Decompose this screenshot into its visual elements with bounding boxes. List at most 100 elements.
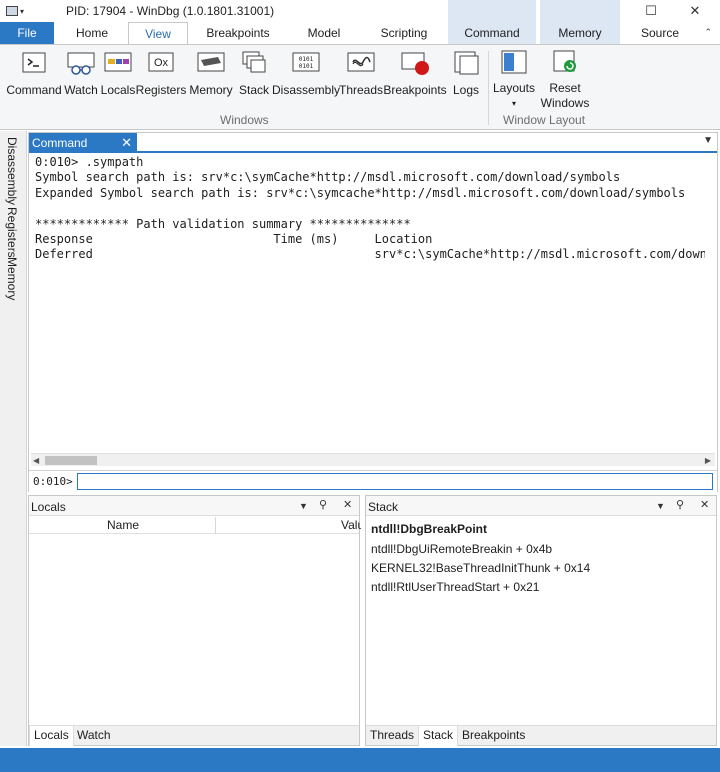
command-button[interactable]: Command [6,49,62,111]
locals-button-label: Locals [100,83,136,97]
stack-button[interactable]: Stack [236,49,272,111]
pane-menu-icon[interactable]: ▼ [703,135,713,146]
stack-bottom-tabs: Threads Stack Breakpoints [366,725,716,746]
layouts-icon [499,49,529,75]
side-tab-registers[interactable]: Registers [5,207,19,258]
threads-button[interactable]: Threads [338,49,384,111]
ribbon-collapse-icon[interactable]: ⌃ [704,27,712,38]
group-separator [488,51,489,125]
pane-menu-icon[interactable]: ▼ [656,501,665,511]
chevron-down-icon: ▾ [19,6,24,16]
memory-chip-icon [196,49,226,77]
registers-button-label: Registers [135,83,187,97]
locals-pane-title: Locals [31,500,66,514]
column-separator[interactable] [215,517,216,534]
tab-memory[interactable]: Memory [540,0,620,44]
reset-windows-label: Reset Windows [541,81,590,111]
tab-source[interactable]: Source [630,22,690,44]
stack-pane-title: Stack [368,500,399,514]
svg-text:0101: 0101 [299,56,314,63]
command-window-icon [19,49,49,77]
stack-button-label: Stack [238,83,269,97]
tab-watch[interactable]: Watch [73,726,115,746]
tab-command[interactable]: Command [448,0,536,44]
watch-button[interactable]: Watch [62,49,100,111]
tab-view[interactable]: View [128,22,188,45]
tab-breakpoints[interactable]: Breakpoints [198,22,278,44]
reset-windows-icon [550,49,580,75]
command-output: 0:010> .sympath Symbol search path is: s… [35,155,705,262]
locals-pane-header: Locals ▼ ⚲ ✕ [29,496,359,516]
command-prompt: 0:010> [33,475,73,488]
scroll-left-icon[interactable]: ◀ [33,454,39,467]
breakpoints-button[interactable]: Breakpoints [383,49,447,111]
reset-windows-button[interactable]: Reset Windows [538,49,592,111]
reset-label-line2: Windows [540,96,590,110]
disassembly-icon: 0101 0101 [291,49,321,77]
column-name[interactable]: Name [107,518,139,532]
tab-home[interactable]: Home [64,22,120,44]
close-icon[interactable]: ✕ [121,133,132,153]
ribbon-view: Command Watch Locals Ox Registers Memory… [0,44,720,130]
locals-icon [103,49,133,77]
command-tab[interactable]: Command ✕ [29,133,137,153]
tab-scripting[interactable]: Scripting [368,22,440,44]
locals-button[interactable]: Locals [100,49,136,111]
svg-text:Ox: Ox [154,57,169,69]
chevron-down-icon: ▾ [511,99,516,108]
close-button[interactable]: ✕ [672,0,718,22]
side-tab-memory[interactable]: Memory [5,257,19,300]
logs-button[interactable]: Logs [448,49,484,111]
stack-frame[interactable]: ntdll!RtlUserThreadStart + 0x21 [371,580,539,594]
windows-group-label: Windows [220,113,269,127]
horizontal-scrollbar[interactable]: ◀ ▶ [31,453,715,466]
registers-icon: Ox [146,49,176,77]
tab-file[interactable]: File [0,22,54,44]
layouts-button-label: Layouts [492,81,536,95]
side-tab-strip: Disassembly Registers Memory [0,131,27,746]
command-input-row: 0:010> [29,470,717,492]
side-tab-disassembly[interactable]: Disassembly [5,137,19,205]
locals-pane: Locals ▼ ⚲ ✕ Name Value Locals Watch [28,495,361,746]
maximize-button[interactable]: ☐ [628,0,674,22]
disassembly-button[interactable]: 0101 0101 Disassembly [272,49,341,111]
tab-model[interactable]: Model [294,22,354,44]
reset-label-line1: Reset [549,81,581,95]
stack-icon [239,49,269,77]
tab-threads[interactable]: Threads [366,726,418,746]
stack-frame[interactable]: ntdll!DbgUiRemoteBreakin + 0x4b [371,542,552,556]
command-tab-strip: Command ✕ ▼ [29,133,717,153]
layouts-button[interactable]: Layouts ▾ [492,49,536,111]
system-menu[interactable]: ▾ [0,0,30,22]
scroll-thumb[interactable] [45,456,97,465]
tab-locals[interactable]: Locals [29,726,74,746]
stack-pane: Stack ▼ ⚲ ✕ ntdll!DbgBreakPoint ntdll!Db… [365,495,717,746]
column-value[interactable]: Value [341,518,361,532]
breakpoints-button-label: Breakpoints [383,83,447,97]
disassembly-button-label: Disassembly [272,83,341,97]
stack-frame[interactable]: ntdll!DbgBreakPoint [371,522,487,536]
logs-icon [451,49,481,77]
svg-text:0101: 0101 [299,63,314,70]
window-title: PID: 17904 - WinDbg (1.0.1801.31001) [66,4,275,18]
tab-breakpoints-pane[interactable]: Breakpoints [458,726,529,746]
scroll-right-icon[interactable]: ▶ [705,454,711,467]
pane-menu-icon[interactable]: ▼ [299,501,308,511]
pin-icon[interactable]: ⚲ [319,498,327,511]
stack-pane-header: Stack ▼ ⚲ ✕ [366,496,716,516]
window-layout-group-label: Window Layout [503,113,586,127]
pin-icon[interactable]: ⚲ [676,498,684,511]
threads-button-label: Threads [338,83,384,97]
command-input[interactable] [77,473,713,490]
tab-stack[interactable]: Stack [418,726,459,746]
memory-button[interactable]: Memory [188,49,234,111]
memory-button-label: Memory [189,83,233,97]
breakpoint-dot-icon [400,49,430,77]
watch-glasses-icon [66,49,96,77]
close-icon[interactable]: ✕ [700,498,709,511]
stack-frame[interactable]: KERNEL32!BaseThreadInitThunk + 0x14 [371,561,590,575]
registers-button[interactable]: Ox Registers [135,49,187,111]
locals-column-header: Name Value [29,517,361,534]
command-tab-label: Command [32,136,88,150]
close-icon[interactable]: ✕ [343,498,352,511]
